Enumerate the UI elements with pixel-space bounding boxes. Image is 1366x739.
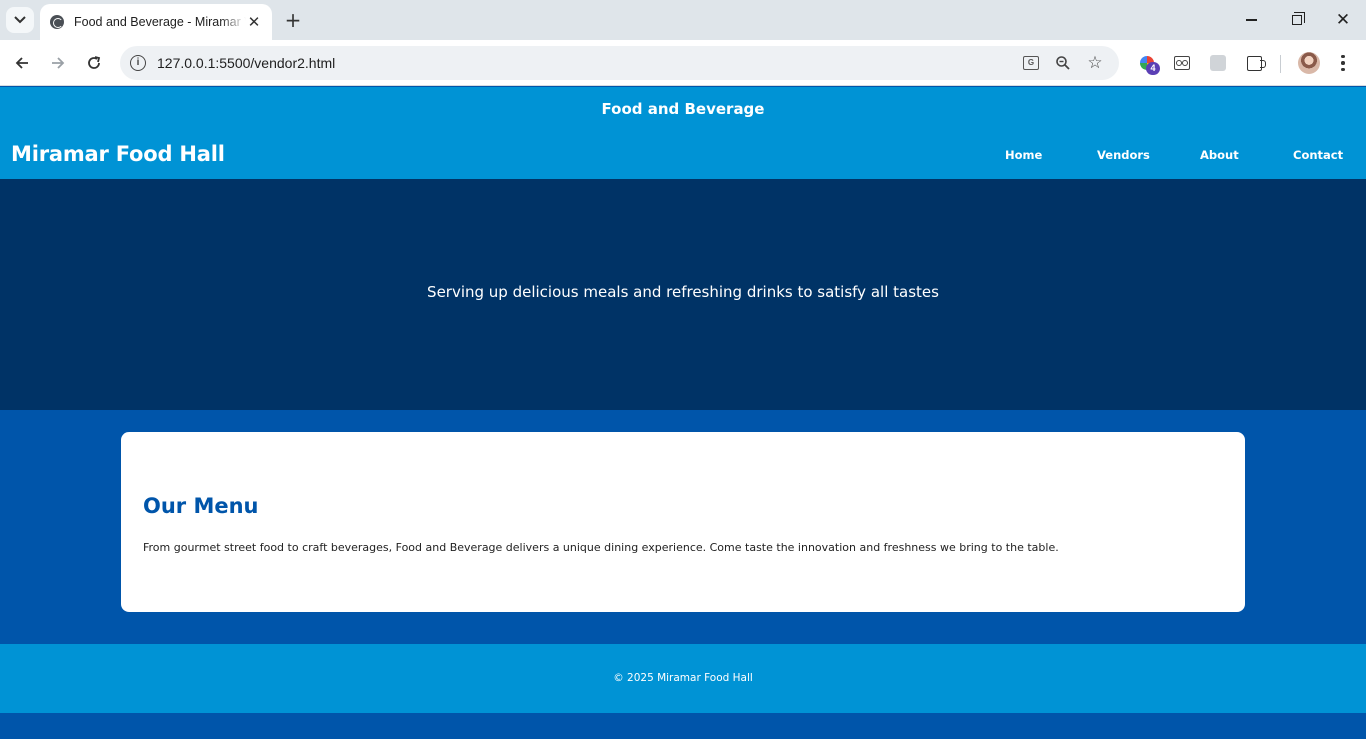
browser-tab[interactable]: Food and Beverage - Miramar Vendors ✕: [40, 4, 272, 40]
hero-tagline: Serving up delicious meals and refreshin…: [427, 283, 939, 301]
address-bar[interactable]: i 127.0.0.1:5500/vendor2.html G ☆: [120, 46, 1119, 80]
site-footer: © 2025 Miramar Food Hall: [0, 644, 1366, 713]
nav-link-home[interactable]: Home: [1005, 148, 1042, 162]
toolbar-divider: [1280, 55, 1281, 73]
tab-search-icon[interactable]: [6, 7, 34, 33]
disabled-extension-icon[interactable]: [1208, 53, 1228, 73]
banner-title: Food and Beverage: [601, 100, 765, 118]
close-icon[interactable]: ✕: [1331, 8, 1355, 32]
new-tab-button[interactable]: +: [282, 8, 304, 32]
browser-tab-strip: Food and Beverage - Miramar Vendors ✕ + …: [0, 0, 1366, 40]
nav-link-vendors[interactable]: Vendors: [1097, 148, 1150, 162]
profile-avatar[interactable]: [1298, 52, 1320, 74]
menu-card: Our Menu From gourmet street food to cra…: [121, 432, 1245, 612]
minimize-icon[interactable]: [1239, 8, 1263, 32]
web-page: Food and Beverage Miramar Food Hall Home…: [0, 87, 1366, 739]
maximize-icon[interactable]: [1285, 8, 1309, 32]
globe-icon: [50, 15, 64, 29]
extension-badge: 4: [1146, 62, 1160, 75]
forward-arrow-icon[interactable]: [46, 51, 70, 75]
menu-heading: Our Menu: [143, 494, 259, 518]
bookmark-star-icon[interactable]: ☆: [1086, 53, 1104, 73]
back-arrow-icon[interactable]: [10, 51, 34, 75]
nav-link-contact[interactable]: Contact: [1293, 148, 1343, 162]
tab-title: Food and Beverage - Miramar Vendors: [74, 15, 246, 29]
site-info-icon[interactable]: i: [130, 55, 146, 71]
url-text[interactable]: 127.0.0.1:5500/vendor2.html: [157, 55, 335, 71]
hero-section: Serving up delicious meals and refreshin…: [0, 179, 1366, 410]
reload-icon[interactable]: [82, 51, 106, 75]
extension-icon[interactable]: 4: [1137, 53, 1160, 75]
nav-link-about[interactable]: About: [1200, 148, 1239, 162]
menu-description: From gourmet street food to craft bevera…: [143, 541, 1059, 554]
copyright-text: © 2025 Miramar Food Hall: [613, 672, 753, 684]
site-logo[interactable]: Miramar Food Hall: [11, 142, 225, 166]
more-menu-icon[interactable]: [1336, 51, 1350, 75]
tab-close-icon[interactable]: ✕: [246, 14, 262, 30]
site-header: Food and Beverage Miramar Food Hall Home…: [0, 87, 1366, 179]
translate-icon[interactable]: G: [1022, 54, 1040, 72]
zoom-icon[interactable]: [1054, 54, 1072, 72]
reader-extension-icon[interactable]: [1172, 53, 1192, 73]
puzzle-icon[interactable]: [1244, 53, 1266, 73]
browser-toolbar: i 127.0.0.1:5500/vendor2.html G ☆ 4: [0, 40, 1366, 86]
